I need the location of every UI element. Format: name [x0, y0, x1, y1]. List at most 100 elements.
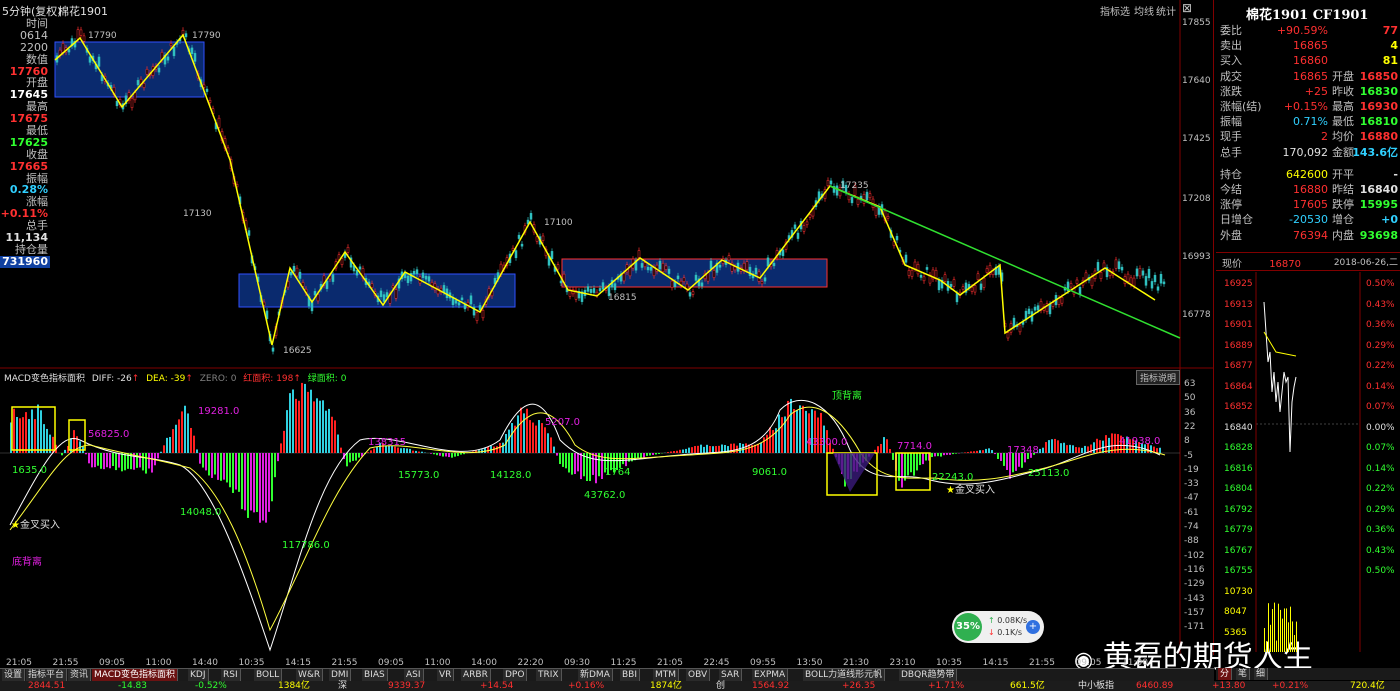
- mini-percent-tick: 0.14%: [1366, 381, 1395, 392]
- macd-area-label: 117786.0: [282, 540, 330, 551]
- quote-row: 持仓 642600 开平 -: [1220, 167, 1398, 181]
- macd-area-label: 43300.0: [806, 437, 848, 448]
- indicator-tab[interactable]: DMI: [329, 669, 352, 681]
- indicator-tab[interactable]: SAR: [719, 669, 743, 681]
- quote-title: 棉花1901 CF1901: [1246, 8, 1369, 23]
- indicator-tab[interactable]: VR: [437, 669, 455, 681]
- macd-tick: -143: [1184, 593, 1205, 604]
- macd-area-label: 7714.0: [897, 441, 932, 452]
- indicator-tab[interactable]: RSI: [221, 669, 241, 681]
- time-tick: 21:55: [331, 658, 358, 668]
- indicator-tab[interactable]: TRIX: [536, 669, 562, 681]
- macd-tick: 22: [1184, 421, 1196, 432]
- indicator-tab[interactable]: OBV: [686, 669, 711, 681]
- indicator-tab[interactable]: 资讯: [68, 669, 92, 681]
- indicator-tab[interactable]: 指标平台: [26, 669, 68, 681]
- indicator-tab[interactable]: ASI: [404, 669, 424, 681]
- time-tick: 14:15: [285, 658, 311, 668]
- macd-tick: -157: [1184, 607, 1205, 618]
- macd-tick: -116: [1184, 564, 1205, 575]
- indicator-tab[interactable]: DBQR趋势带: [899, 669, 958, 681]
- status-item: +13.80: [1212, 681, 1246, 691]
- quote-row: 委比 +90.59% 77: [1220, 24, 1398, 37]
- indicator-tab[interactable]: KDJ: [188, 669, 209, 681]
- golden-cross-label-2: ★金叉买入: [946, 485, 995, 496]
- tab-tick[interactable]: 笔: [1236, 668, 1251, 680]
- mini-price-tick: 16889: [1224, 340, 1253, 351]
- indicator-tab[interactable]: ARBR: [461, 669, 491, 681]
- chart-canvas[interactable]: 17790 17790 17130 17100 17235 16815 1662…: [0, 0, 1214, 655]
- download-speed: ↓ 0.1K/s: [988, 628, 1023, 637]
- speed-percent: 35%: [954, 613, 982, 641]
- status-item: 661.5亿: [1010, 681, 1045, 691]
- time-tick: 23:10: [889, 658, 916, 668]
- mini-price-tick: 16767: [1224, 545, 1253, 556]
- status-item: 720.4亿: [1350, 681, 1385, 691]
- indicator-help-button[interactable]: 指标说明: [1136, 370, 1181, 385]
- price-line: 现价 16870 2018-06-26,二: [1222, 258, 1398, 270]
- indicator-tab[interactable]: 新DMA: [578, 669, 613, 681]
- time-tick: 14:00: [471, 658, 497, 668]
- tab-minute[interactable]: 分: [1218, 668, 1233, 680]
- status-item: -14.83: [118, 681, 148, 691]
- red-area-value: 红面积: 198: [243, 374, 294, 384]
- consolidation-box-1: [54, 41, 205, 98]
- macd-tick: -5: [1184, 450, 1193, 461]
- golden-cross-label-1: ★金叉买入: [11, 520, 60, 531]
- mini-price-tick: 10730: [1224, 586, 1253, 597]
- time-tick: 10:35: [238, 658, 265, 668]
- mini-percent-tick: 0.50%: [1366, 279, 1395, 289]
- quote-row: 涨跌 +25 昨收 16830: [1220, 84, 1398, 98]
- time-tick: 21:55: [1029, 658, 1055, 668]
- zero-value: ZERO: 0: [199, 374, 237, 384]
- status-item: 中小板指: [1078, 681, 1115, 691]
- indicator-tab[interactable]: W&R: [296, 669, 324, 681]
- speed-widget[interactable]: 35% ↑ 0.08K/s ↓ 0.1K/s +: [952, 611, 1044, 643]
- status-item: 1564.92: [752, 681, 790, 691]
- status-item: +0.16%: [568, 681, 605, 691]
- indicator-tabs: 设置 指标平台 资讯 MACD变色指标面积 KDJ RSI BOLL W&R DMI BIAS AS…: [0, 668, 1214, 681]
- mini-price-tick: 16755: [1224, 566, 1253, 576]
- time-tick: 09:05: [378, 658, 404, 668]
- time-tick: 21:55: [52, 658, 79, 668]
- status-item: 深: [338, 681, 348, 691]
- status-item: 6460.89: [1136, 681, 1174, 691]
- macd-area-label: 9061.0: [752, 467, 787, 478]
- tab-detail[interactable]: 细: [1254, 668, 1269, 680]
- indicator-tab[interactable]: MACD变色指标面积: [92, 669, 178, 681]
- mini-percent-tick: 0.14%: [1366, 463, 1395, 474]
- mini-price-tick: 8047: [1224, 607, 1247, 617]
- macd-area-label: 56825.0: [88, 429, 130, 440]
- green-area-value: 绿面积: 0: [307, 374, 347, 384]
- quote-row: 卖出 16865 4: [1220, 39, 1398, 53]
- top-divergence-label: 顶背离: [832, 391, 862, 402]
- indicator-tab[interactable]: BOLL: [254, 669, 283, 681]
- indicator-tab[interactable]: BIAS: [362, 669, 388, 681]
- macd-tick: 36: [1184, 407, 1196, 418]
- indicator-tab[interactable]: MTM: [653, 669, 680, 681]
- indicator-tab[interactable]: BBI: [620, 669, 641, 681]
- status-item: -0.52%: [195, 681, 227, 691]
- macd-name: MACD变色指标面积: [4, 374, 85, 384]
- indicator-tab[interactable]: BOLL力道线形元帆: [803, 669, 886, 681]
- highlight-box: [11, 406, 56, 451]
- quote-row: 今结 16880 昨结 16840: [1220, 183, 1398, 196]
- main-chart-panel[interactable]: 5分钟(复权) 棉花1901 指标选 均线 统计 ⊠ 时间 0614 2200 数值 1…: [0, 0, 1313, 675]
- price-tick: 16778: [1182, 310, 1211, 320]
- macd-tick: -102: [1184, 550, 1205, 561]
- price-annotation: 17790: [192, 31, 221, 41]
- indicator-tab[interactable]: EXPMA: [752, 669, 789, 681]
- mini-price-tick: 16925: [1224, 279, 1253, 289]
- indicator-tab[interactable]: DPO: [503, 669, 528, 681]
- macd-area-label: 14048.0: [180, 507, 222, 518]
- status-bar: 2844.51 -14.83 -0.52% 1384亿 深 9339.37 +14.54 +0…: [0, 681, 1400, 691]
- macd-area-label: 22243.0: [932, 472, 974, 483]
- indicator-tab[interactable]: 设置: [2, 669, 26, 681]
- macd-area-label: 25113.0: [1028, 468, 1070, 479]
- expand-icon[interactable]: +: [1026, 620, 1040, 634]
- time-tick: 13:50: [796, 658, 823, 668]
- macd-tick: 50: [1184, 393, 1196, 404]
- time-tick: 10:35: [936, 658, 962, 668]
- mini-price-tick: 16840: [1224, 422, 1253, 433]
- quote-row: 振幅 0.71% 最低 16810: [1220, 115, 1398, 129]
